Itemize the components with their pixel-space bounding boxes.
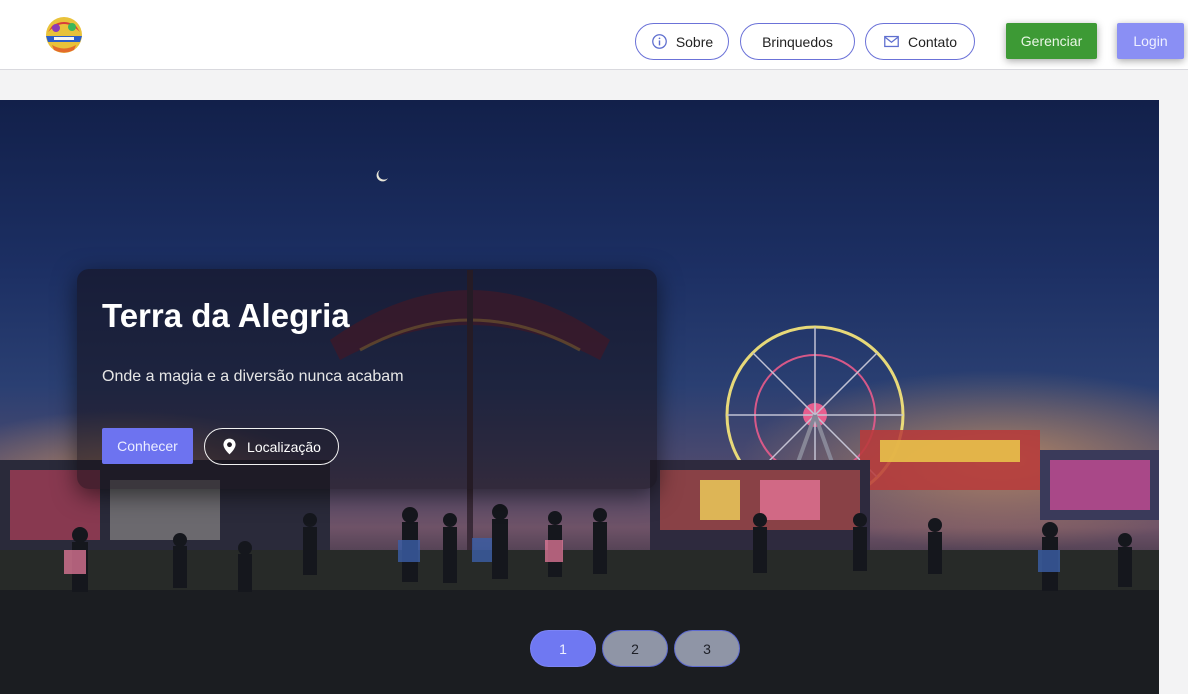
conhecer-label: Conhecer xyxy=(117,438,178,454)
carousel-page-3[interactable]: 3 xyxy=(674,630,740,667)
hero-carousel: Terra da Alegria Onde a magia e a divers… xyxy=(0,100,1159,694)
location-pin-icon xyxy=(223,438,236,455)
carousel-page-label: 3 xyxy=(703,640,711,657)
mail-icon xyxy=(884,35,899,48)
carousel-page-1[interactable]: 1 xyxy=(530,630,596,667)
sobre-label: Sobre xyxy=(675,33,714,50)
login-label: Login xyxy=(1133,33,1168,49)
hero-title: Terra da Alegria xyxy=(102,297,350,334)
contato-button[interactable]: Contato xyxy=(865,23,975,60)
hero-subtitle: Onde a magia e a diversão nunca acabam xyxy=(102,368,404,385)
hero-card: Terra da Alegria Onde a magia e a divers… xyxy=(77,269,657,489)
gerenciar-label: Gerenciar xyxy=(1020,33,1083,49)
info-icon xyxy=(651,34,667,49)
logo[interactable] xyxy=(40,12,88,58)
gerenciar-button[interactable]: Gerenciar xyxy=(1006,23,1097,59)
localizacao-label: Localização xyxy=(247,438,321,455)
carousel-page-2[interactable]: 2 xyxy=(602,630,668,667)
carousel-page-label: 2 xyxy=(631,640,639,657)
brinquedos-button[interactable]: Brinquedos xyxy=(740,23,855,60)
login-button[interactable]: Login xyxy=(1117,23,1184,59)
contato-label: Contato xyxy=(907,33,958,50)
conhecer-button[interactable]: Conhecer xyxy=(102,428,193,464)
carousel-page-label: 1 xyxy=(559,640,567,657)
logo-image xyxy=(46,17,82,53)
localizacao-button[interactable]: Localização xyxy=(204,428,339,465)
top-navbar: Sobre Brinquedos Contato Gerenciar Login xyxy=(0,0,1188,70)
brinquedos-label: Brinquedos xyxy=(762,33,833,50)
sobre-button[interactable]: Sobre xyxy=(635,23,729,60)
